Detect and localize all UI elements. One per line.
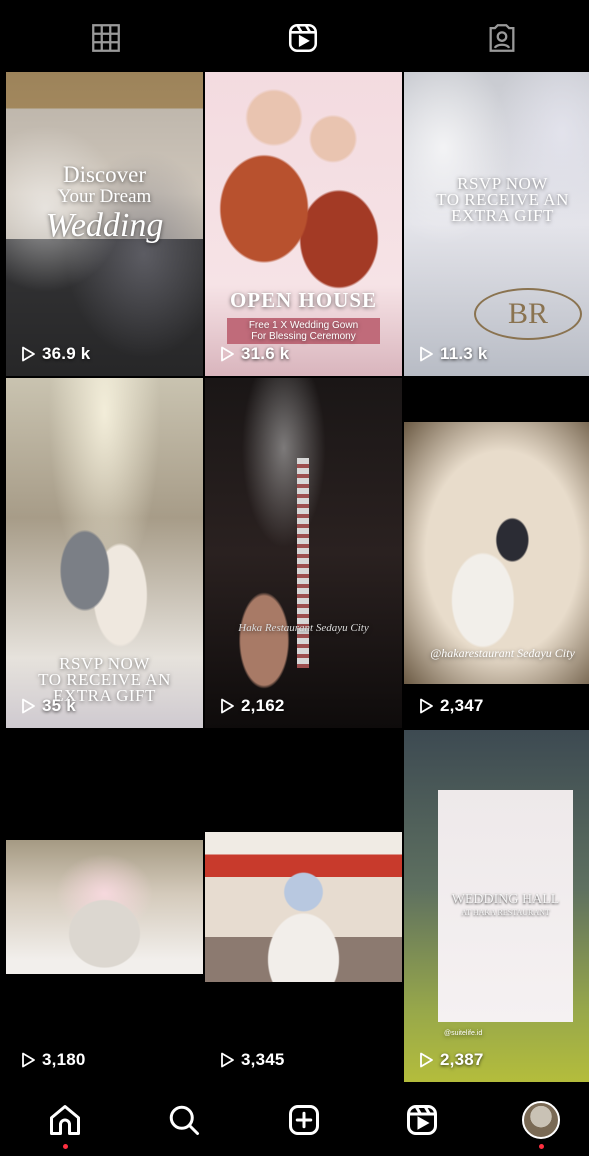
view-count-label: 3,345 (241, 1050, 285, 1069)
reel-thumbnail (205, 832, 402, 982)
home-notification-dot (63, 1144, 68, 1149)
play-icon (221, 346, 234, 362)
nav-profile[interactable] (521, 1100, 561, 1140)
view-count-label: 3,180 (42, 1050, 86, 1069)
nav-home[interactable] (45, 1100, 85, 1140)
view-count: 36.9 k (20, 344, 90, 364)
plus-square-icon (289, 1105, 319, 1135)
view-count-label: 11.3 k (440, 344, 488, 363)
home-icon (50, 1105, 80, 1135)
reel-tile[interactable]: RSVP NOW TO RECEIVE AN EXTRA GIFT BR 11.… (404, 72, 589, 376)
tab-grid[interactable] (86, 18, 126, 58)
reel-tile[interactable]: RSVP NOW TO RECEIVE AN EXTRA GIFT 35 k (6, 378, 203, 728)
reel-tile[interactable]: 3,345 (205, 730, 402, 1082)
profile-tab-bar (0, 0, 589, 72)
view-count: 3,345 (219, 1050, 285, 1070)
overlay-line: Free 1 X Wedding Gown (248, 320, 359, 331)
view-count: 3,180 (20, 1050, 86, 1070)
view-count: 2,162 (219, 696, 285, 716)
bottom-navigation (0, 1082, 589, 1156)
view-count-label: 35 k (42, 696, 76, 715)
view-count-label: 2,347 (440, 696, 484, 715)
play-icon (22, 346, 35, 362)
overlay-title: OPEN HOUSE (229, 288, 378, 312)
search-icon (169, 1105, 199, 1135)
nav-create[interactable] (284, 1100, 324, 1140)
nav-search[interactable] (164, 1100, 204, 1140)
overlay-line: Haka Restaurant Sedayu City (238, 622, 369, 634)
reel-tile[interactable]: Discover Your Dream Wedding 36.9 k (6, 72, 203, 376)
br-monogram-logo: BR (474, 288, 582, 340)
overlay-line: EXTRA GIFT (451, 206, 554, 225)
grid-icon (92, 24, 120, 52)
overlay-line: WEDDING HALL (451, 892, 560, 907)
overlay-line: Discover (62, 162, 147, 187)
tab-tagged[interactable] (482, 18, 522, 58)
overlay-line: Your Dream (57, 186, 152, 207)
reel-thumbnail (404, 422, 589, 684)
reel-thumbnail (6, 840, 203, 974)
nav-reels[interactable] (402, 1100, 442, 1140)
view-count-label: 2,387 (440, 1050, 484, 1069)
reel-tile[interactable]: OPEN HOUSE Free 1 X Wedding Gown For Ble… (205, 72, 402, 376)
overlay-line: For Blessing Ceremony (251, 331, 356, 342)
avatar (522, 1101, 560, 1139)
view-count: 31.6 k (219, 344, 289, 364)
play-icon (221, 1052, 234, 1068)
view-count-label: 2,162 (241, 696, 285, 715)
view-count-label: 36.9 k (42, 344, 91, 363)
reel-tile[interactable]: @hakarestaurant Sedayu City 2,347 (404, 378, 589, 728)
play-icon (420, 698, 433, 714)
tab-reels[interactable] (283, 18, 323, 58)
view-count: 11.3 k (418, 344, 488, 364)
play-icon (22, 698, 35, 714)
overlay-line: @hakarestaurant Sedayu City (430, 646, 575, 660)
reels-icon (407, 1105, 437, 1135)
overlay-line: @suitelife.id (444, 1030, 483, 1037)
view-count: 2,347 (418, 696, 484, 716)
reel-tile[interactable]: 3,180 (6, 730, 203, 1082)
view-count: 2,387 (418, 1050, 484, 1070)
overlay-line: Wedding (45, 207, 164, 244)
profile-notification-dot (539, 1144, 544, 1149)
reels-icon (288, 23, 318, 53)
overlay-line: AT HAKA RESTAURANT (461, 908, 550, 917)
reel-tile[interactable]: Haka Restaurant Sedayu City 2,162 (205, 378, 402, 728)
play-icon (221, 698, 234, 714)
play-icon (22, 1052, 35, 1068)
tagged-icon (489, 24, 515, 52)
reel-tile[interactable]: WEDDING HALL AT HAKA RESTAURANT @suiteli… (404, 730, 589, 1082)
play-icon (420, 346, 433, 362)
view-count: 35 k (20, 696, 76, 716)
view-count-label: 31.6 k (241, 344, 290, 363)
play-icon (420, 1052, 433, 1068)
